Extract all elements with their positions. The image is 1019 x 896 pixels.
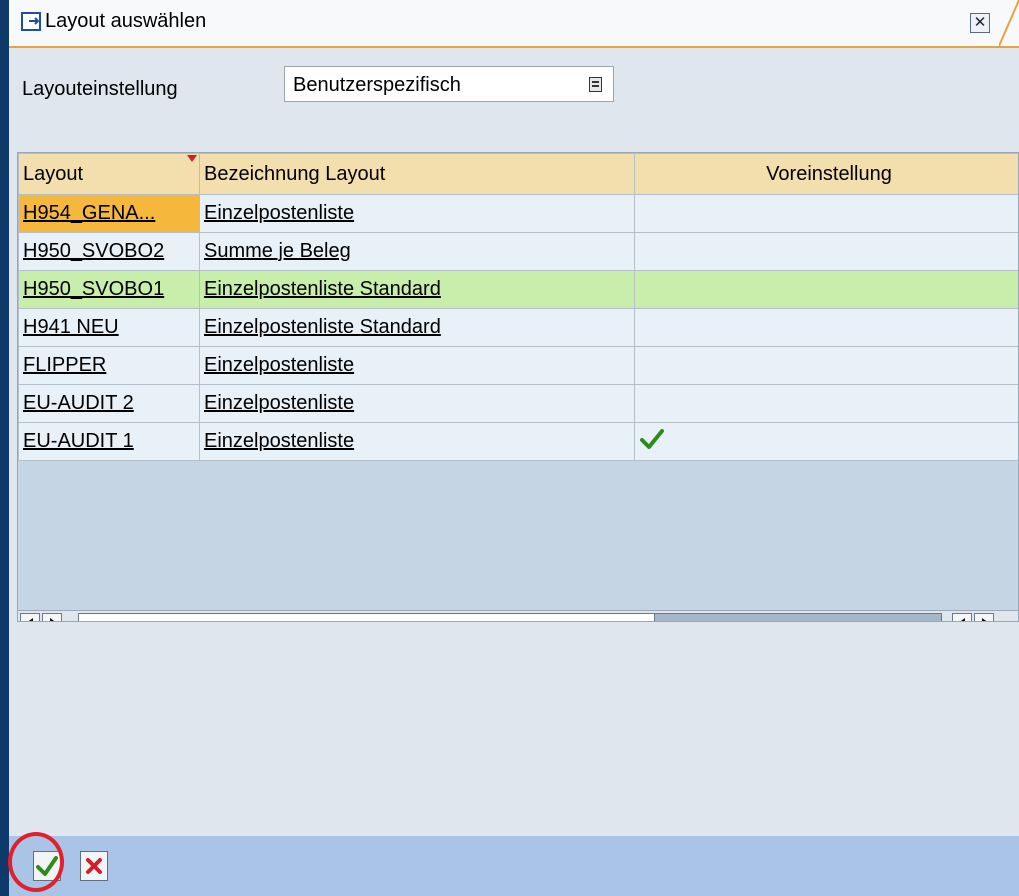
horizontal-scrollbar[interactable] xyxy=(18,610,1018,621)
dialog-icon xyxy=(21,12,41,31)
bezeichnung-cell[interactable]: Einzelpostenliste Standard xyxy=(199,308,635,347)
layout-setting-label: Layouteinstellung xyxy=(22,78,178,100)
layout-cell[interactable]: H950_SVOBO1 xyxy=(18,270,200,309)
table-row[interactable]: EU-AUDIT 1 Einzelpostenliste xyxy=(18,422,1018,461)
cancel-button[interactable] xyxy=(80,851,108,881)
column-header-label: Layout xyxy=(23,162,84,185)
table-row[interactable]: EU-AUDIT 2 Einzelpostenliste xyxy=(18,384,1018,423)
dialog-footer xyxy=(8,832,1019,896)
sort-indicator-icon xyxy=(187,155,197,162)
layout-link[interactable]: H941 NEU xyxy=(23,316,119,338)
bezeichnung-cell[interactable]: Einzelpostenliste Standard xyxy=(199,270,635,309)
dialog-title: Layout auswählen xyxy=(45,10,207,32)
voreinstellung-cell xyxy=(634,270,1018,309)
window-frame-left xyxy=(0,0,9,896)
arrow-right-icon xyxy=(50,618,57,621)
layout-cell[interactable]: EU-AUDIT 1 xyxy=(18,422,200,461)
table-row[interactable]: H954_GENA... Einzelpostenliste xyxy=(18,194,1018,233)
bezeichnung-link[interactable]: Summe je Beleg xyxy=(204,240,351,262)
voreinstellung-cell xyxy=(634,346,1018,385)
bezeichnung-cell[interactable]: Einzelpostenliste xyxy=(199,346,635,385)
layout-link[interactable]: FLIPPER xyxy=(23,354,106,376)
voreinstellung-cell xyxy=(634,422,1018,461)
table-row[interactable]: H941 NEU Einzelpostenliste Standard xyxy=(18,308,1018,347)
layout-setting-value: Benutzerspezifisch xyxy=(293,74,461,96)
layout-link[interactable]: H950_SVOBO1 xyxy=(23,278,164,300)
value-help-icon[interactable] xyxy=(589,77,602,92)
scroll-thumb[interactable] xyxy=(654,614,941,621)
voreinstellung-cell xyxy=(634,194,1018,233)
scroll-track[interactable] xyxy=(78,613,942,621)
voreinstellung-cell xyxy=(634,308,1018,347)
layout-link[interactable]: H954_GENA... xyxy=(23,202,155,224)
bezeichnung-link[interactable]: Einzelpostenliste xyxy=(204,430,354,452)
scroll-left-button[interactable] xyxy=(20,613,40,621)
bezeichnung-cell[interactable]: Einzelpostenliste xyxy=(199,194,635,233)
column-header-voreinstellung[interactable]: Voreinstellung xyxy=(634,153,1018,195)
scroll-right-button[interactable] xyxy=(42,613,62,621)
layout-cell[interactable]: H941 NEU xyxy=(18,308,200,347)
bezeichnung-cell[interactable]: Summe je Beleg xyxy=(199,232,635,271)
dialog-titlebar: Layout auswählen ✕ xyxy=(9,0,1019,48)
highlight-circle xyxy=(8,832,64,892)
column-header-label: Bezeichnung Layout xyxy=(204,162,386,185)
layout-link[interactable]: H950_SVOBO2 xyxy=(23,240,164,262)
bezeichnung-link[interactable]: Einzelpostenliste xyxy=(204,354,354,376)
table-header-row: Layout Bezeichnung Layout Voreinstellung xyxy=(18,153,1018,195)
layout-grid: Layout Bezeichnung Layout Voreinstellung… xyxy=(17,152,1019,622)
column-header-bezeichnung[interactable]: Bezeichnung Layout xyxy=(199,153,635,195)
bezeichnung-link[interactable]: Einzelpostenliste Standard xyxy=(204,316,441,338)
layout-setting-field[interactable]: Benutzerspezifisch xyxy=(284,66,614,102)
scroll-right-button-2[interactable] xyxy=(974,613,994,621)
bezeichnung-link[interactable]: Einzelpostenliste Standard xyxy=(204,278,441,300)
bezeichnung-cell[interactable]: Einzelpostenliste xyxy=(199,422,635,461)
column-header-label: Voreinstellung xyxy=(766,162,892,185)
layout-link[interactable]: EU-AUDIT 2 xyxy=(23,392,134,414)
voreinstellung-cell xyxy=(634,232,1018,271)
column-header-layout[interactable]: Layout xyxy=(18,153,200,195)
bezeichnung-link[interactable]: Einzelpostenliste xyxy=(204,392,354,414)
table-row[interactable]: H950_SVOBO2 Summe je Beleg xyxy=(18,232,1018,271)
layout-cell[interactable]: H954_GENA... xyxy=(18,194,200,233)
layout-cell[interactable]: FLIPPER xyxy=(18,346,200,385)
table-row[interactable]: FLIPPER Einzelpostenliste xyxy=(18,346,1018,385)
check-icon xyxy=(640,428,664,449)
arrow-left-icon xyxy=(958,618,965,621)
scroll-left-button-2[interactable] xyxy=(952,613,972,621)
cancel-x-icon xyxy=(86,858,102,874)
layout-table: Layout Bezeichnung Layout Voreinstellung… xyxy=(18,153,1018,461)
voreinstellung-cell xyxy=(634,384,1018,423)
layout-link[interactable]: EU-AUDIT 1 xyxy=(23,430,134,452)
titlebar-corner xyxy=(999,0,1019,46)
bezeichnung-cell[interactable]: Einzelpostenliste xyxy=(199,384,635,423)
arrow-left-icon xyxy=(26,618,33,621)
bezeichnung-link[interactable]: Einzelpostenliste xyxy=(204,202,354,224)
close-icon[interactable]: ✕ xyxy=(970,13,990,33)
table-row[interactable]: H950_SVOBO1 Einzelpostenliste Standard xyxy=(18,270,1018,309)
arrow-right-icon xyxy=(982,618,989,621)
layout-cell[interactable]: H950_SVOBO2 xyxy=(18,232,200,271)
layout-cell[interactable]: EU-AUDIT 2 xyxy=(18,384,200,423)
